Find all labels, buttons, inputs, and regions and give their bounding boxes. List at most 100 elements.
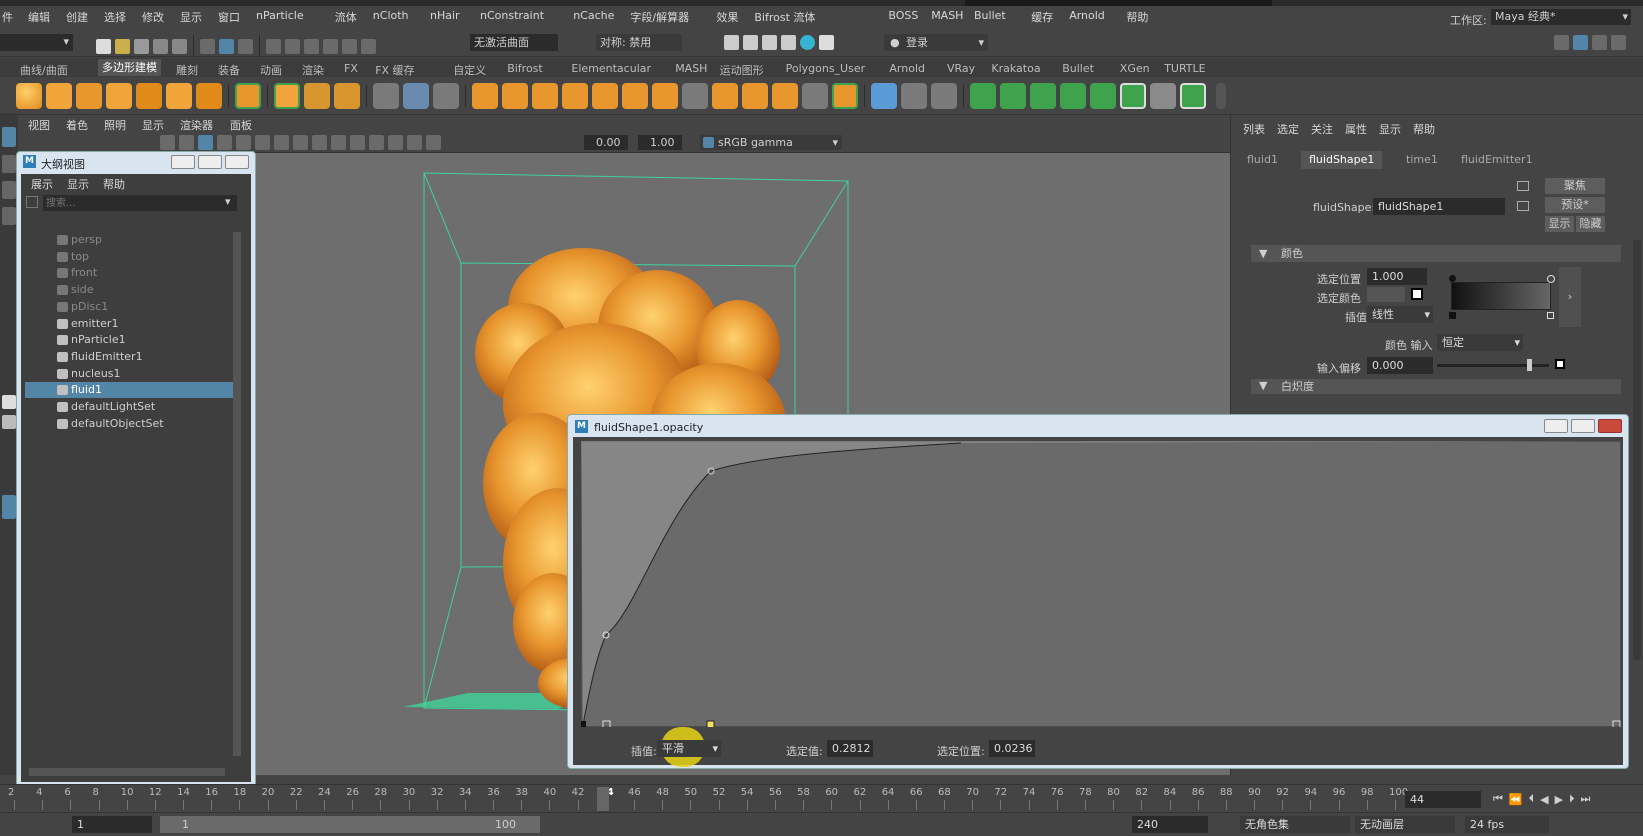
target-weld-icon[interactable] (742, 82, 768, 109)
open-scene-icon[interactable] (115, 38, 130, 54)
paint-tool-icon[interactable] (2, 181, 16, 199)
resolution-gate-icon[interactable] (388, 135, 403, 150)
uv-spherical-icon[interactable] (1030, 82, 1056, 109)
color-picker-icon[interactable] (1411, 288, 1423, 300)
time-slider[interactable]: 2468101214161820222426283032343638404244… (0, 784, 1643, 812)
menu-item[interactable]: MASH (931, 9, 963, 22)
shelf-tab[interactable]: TURTLE (1164, 62, 1205, 75)
mirror-icon[interactable] (562, 82, 588, 109)
login-button[interactable]: ● 登录 ▾ (884, 34, 988, 51)
menu-item[interactable]: nHair (430, 9, 460, 22)
undo-icon[interactable] (153, 38, 168, 54)
menu-item[interactable]: 修改 (142, 9, 164, 25)
new-scene-icon[interactable] (96, 38, 111, 54)
outliner-item-front[interactable]: front (25, 265, 233, 281)
snap-grid-icon[interactable] (266, 38, 281, 54)
current-time-marker[interactable] (597, 787, 609, 811)
exposure-field[interactable]: 0.00 (584, 135, 628, 150)
attr-menu-item[interactable]: 属性 (1345, 121, 1367, 137)
select-object-icon[interactable] (219, 38, 234, 54)
step-back-key-icon[interactable]: ⏪ (1509, 793, 1523, 806)
attribute-editor-toggle-icon[interactable] (1573, 35, 1588, 50)
lighting-icon[interactable] (236, 135, 251, 150)
textured-icon[interactable] (217, 135, 232, 150)
menu-item[interactable]: Arnold (1069, 9, 1105, 22)
menu-item[interactable]: nParticle (256, 9, 304, 22)
color-section-header[interactable]: ▼ 颜色 (1251, 245, 1621, 262)
bevel-icon[interactable] (652, 82, 678, 109)
chevron-down-icon[interactable]: ▾ (225, 195, 231, 208)
focus-button[interactable]: 聚焦 (1545, 178, 1605, 194)
shelf-tab[interactable]: Elementacular (571, 62, 651, 75)
modeling-toolkit-icon[interactable] (1554, 35, 1569, 50)
shelf-tab[interactable]: 渲染 (302, 62, 324, 78)
menu-item[interactable]: Bullet (974, 9, 1006, 22)
outliner-menu-item[interactable]: 帮助 (103, 176, 125, 192)
smooth-shade-icon[interactable] (198, 135, 213, 150)
outliner-vscroll[interactable] (233, 232, 241, 756)
color-ramp[interactable] (1451, 282, 1551, 310)
render-icon[interactable] (724, 35, 739, 50)
extrude-icon[interactable] (592, 82, 618, 109)
uv-editor-icon[interactable] (1120, 82, 1146, 109)
layout-quad-icon[interactable] (2, 415, 16, 429)
shelf-tab[interactable]: 雕刻 (176, 62, 198, 78)
menu-item[interactable]: 选择 (104, 9, 126, 25)
end-time-field[interactable]: 240 (1132, 816, 1208, 833)
hide-button[interactable]: 隐藏 (1576, 216, 1605, 232)
menu-item[interactable]: nCache (573, 9, 614, 22)
workspace-select[interactable]: Maya 经典* ▾ (1491, 9, 1631, 25)
exposure-icon[interactable] (426, 135, 441, 150)
snap-view-icon[interactable] (323, 38, 338, 54)
multi-cut-icon[interactable] (712, 82, 738, 109)
outliner-item-top[interactable]: top (25, 249, 233, 265)
outliner-hscroll[interactable] (29, 768, 225, 776)
ramp-expand-button[interactable]: › (1559, 267, 1581, 327)
step-back-frame-icon[interactable]: ⏴ (1529, 792, 1535, 806)
colorspace-select[interactable]: sRGB gamma ▾ (700, 135, 842, 150)
range-bar[interactable]: 1 100 (160, 816, 540, 833)
poly-disc-icon[interactable] (196, 82, 222, 109)
outliner-search-input[interactable] (43, 195, 237, 211)
uv-unfold-icon[interactable] (1090, 82, 1116, 109)
smooth-icon[interactable] (472, 82, 498, 109)
quad-draw-icon[interactable] (832, 82, 858, 109)
attr-tab-fluidShape1[interactable]: fluidShape1 (1301, 151, 1383, 169)
uv-sew-icon[interactable] (1180, 82, 1206, 109)
outliner-item-fluid1[interactable]: fluid1 (25, 382, 233, 399)
layout-single-icon[interactable] (2, 395, 16, 409)
menu-item[interactable]: 流体 (335, 9, 357, 25)
dof-icon[interactable] (369, 135, 384, 150)
ramp-handle-bottom-left[interactable] (1449, 312, 1456, 319)
menu-item[interactable]: 显示 (180, 9, 202, 25)
curve-point-handle-selected[interactable] (706, 720, 715, 727)
input-bias-slider[interactable] (1437, 359, 1549, 371)
symmetry-field[interactable]: 对称: 禁用 (596, 34, 682, 51)
ramp-sel-pos-field[interactable]: 0.0236 (989, 740, 1035, 757)
shelf-tab[interactable]: 多边形建模 (98, 59, 161, 76)
shelf-tab[interactable]: 装备 (218, 62, 240, 78)
svg-icon[interactable] (334, 82, 360, 109)
menu-item[interactable]: 缓存 (1031, 9, 1053, 25)
outliner-item-side[interactable]: side (25, 282, 233, 298)
viewport-menu-item[interactable]: 面板 (230, 117, 252, 133)
poly-sphere-icon[interactable] (16, 82, 42, 109)
snap-vertex-icon[interactable] (361, 38, 376, 54)
outliner-item-persp[interactable]: persp (25, 232, 233, 248)
menu-item[interactable]: 创建 (66, 9, 88, 25)
viewport-menu-item[interactable]: 照明 (104, 117, 126, 133)
step-forward-frame-icon[interactable]: ⏵ (1569, 792, 1575, 806)
outliner-item-defaultObjectSet[interactable]: defaultObjectSet (25, 416, 233, 432)
poly-cone-icon[interactable] (106, 82, 132, 109)
fps-select[interactable]: 24 fps (1465, 816, 1549, 833)
close-button[interactable] (225, 155, 249, 169)
select-hierarchy-icon[interactable] (200, 38, 215, 54)
menu-item[interactable]: 字段/解算器 (630, 9, 689, 25)
type-text-icon[interactable] (304, 82, 330, 109)
interp-select[interactable]: 线性 ▾ (1367, 306, 1433, 323)
menu-item[interactable]: nConstraint (480, 9, 544, 22)
copy-tab-icon[interactable] (1517, 201, 1529, 211)
viewport-menu-item[interactable]: 显示 (142, 117, 164, 133)
boolean-union-icon[interactable] (502, 82, 528, 109)
move-tool-icon[interactable] (2, 207, 16, 225)
